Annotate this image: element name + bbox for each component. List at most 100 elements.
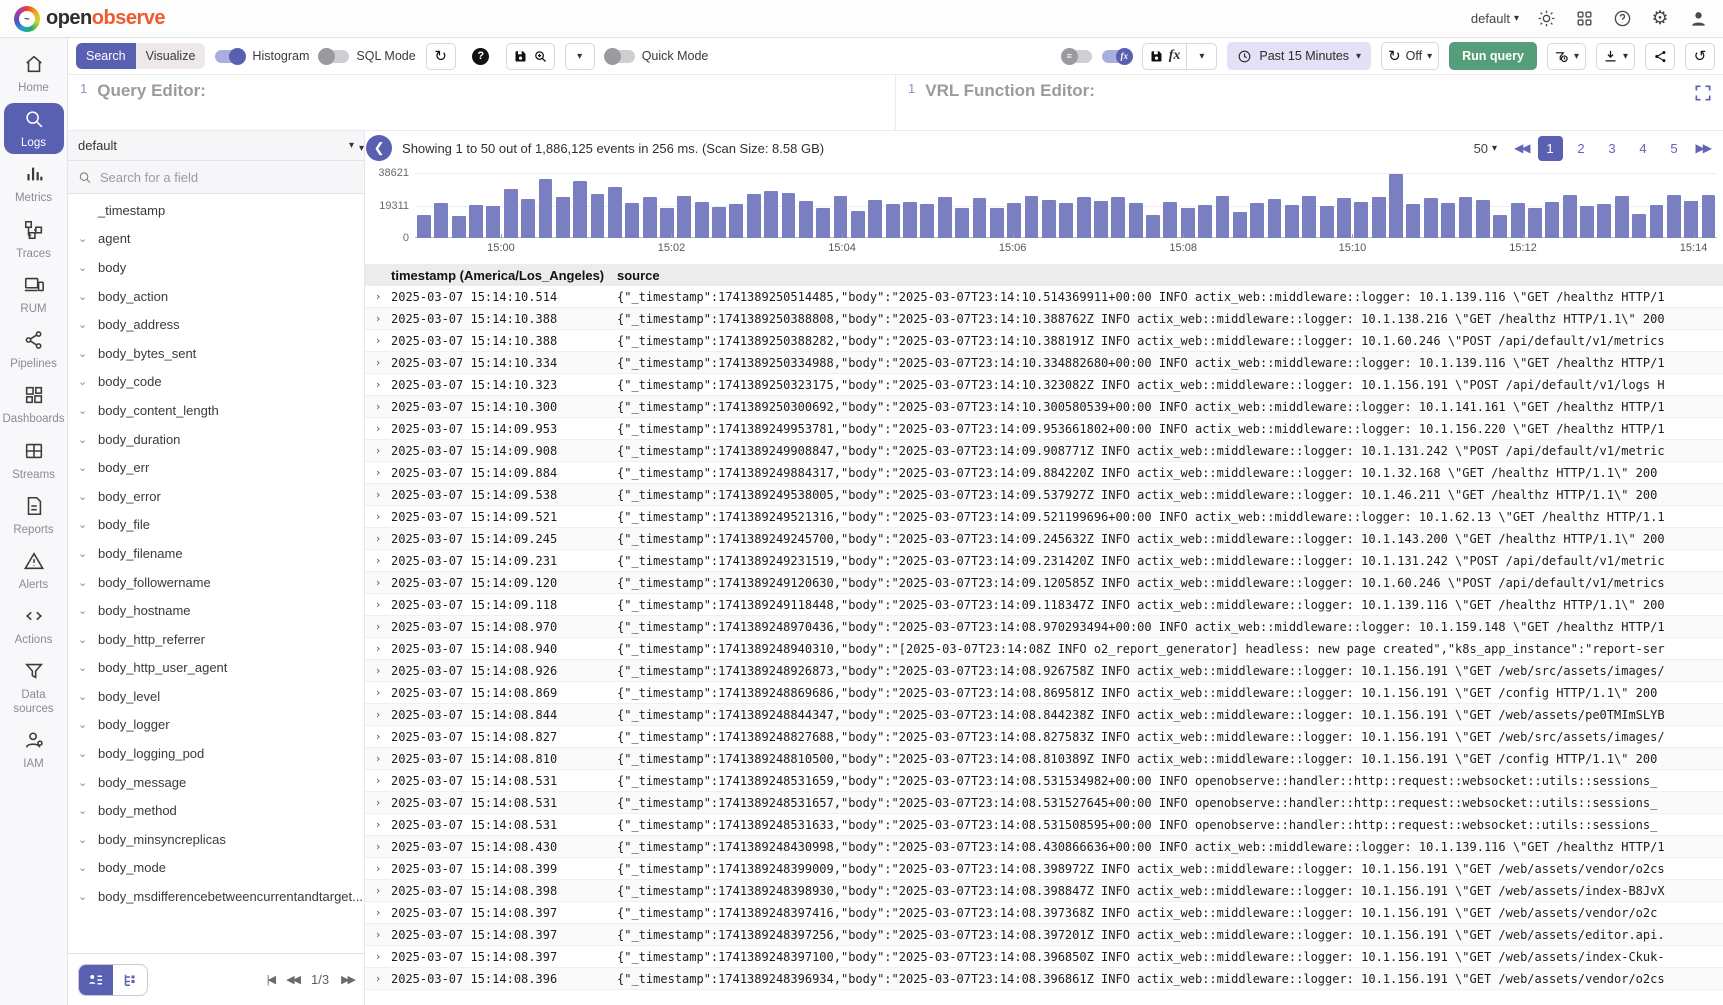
field-item[interactable]: ⌄body_level (68, 682, 364, 711)
field-item[interactable]: ⌄body_address (68, 310, 364, 339)
histogram-bar[interactable] (973, 198, 987, 238)
chevron-down-icon[interactable]: ⌄ (78, 576, 90, 589)
histogram-bar[interactable] (608, 187, 622, 239)
chevron-down-icon[interactable]: ⌄ (78, 804, 90, 817)
histogram-bar[interactable] (1302, 196, 1316, 238)
log-table-row[interactable]: ›2025-03-07 15:14:09.120{"_timestamp":17… (365, 572, 1723, 594)
sidebar-item-traces[interactable]: Traces (4, 214, 64, 265)
page-button-1[interactable]: 1 (1538, 136, 1563, 161)
field-item[interactable]: ⌄body_logger (68, 711, 364, 740)
expand-row-icon[interactable]: › (365, 444, 391, 457)
expand-row-icon[interactable]: › (365, 554, 391, 567)
sidebar-item-rum[interactable]: RUM (4, 269, 64, 320)
fields-tree-view-button[interactable] (113, 965, 147, 995)
expand-row-icon[interactable]: › (365, 356, 391, 369)
expand-row-icon[interactable]: › (365, 466, 391, 479)
histogram-bar[interactable] (729, 204, 743, 238)
log-table-row[interactable]: ›2025-03-07 15:14:08.531{"_timestamp":17… (365, 814, 1723, 836)
field-item[interactable]: _timestamp (68, 196, 364, 225)
histogram-bar[interactable] (851, 211, 865, 238)
expand-row-icon[interactable]: › (365, 488, 391, 501)
chevron-down-icon[interactable]: ⌄ (78, 261, 90, 274)
expand-row-icon[interactable]: › (365, 972, 391, 985)
expand-row-icon[interactable]: › (365, 686, 391, 699)
histogram-bar[interactable] (539, 179, 553, 238)
log-table-row[interactable]: ›2025-03-07 15:14:10.323{"_timestamp":17… (365, 374, 1723, 396)
sidebar-item-alerts[interactable]: Alerts (4, 545, 64, 596)
fields-collapse-caret-icon[interactable]: ▾ (359, 143, 364, 154)
log-table-row[interactable]: ›2025-03-07 15:14:10.334{"_timestamp":17… (365, 352, 1723, 374)
histogram-bar[interactable] (625, 203, 639, 238)
histogram-bar[interactable] (834, 196, 848, 238)
time-range-picker[interactable]: Past 15 Minutes ▾ (1227, 42, 1371, 70)
field-item[interactable]: ⌄body_error (68, 482, 364, 511)
next-page-button[interactable]: ▶▶ (1693, 141, 1713, 155)
histogram-bar[interactable] (1320, 206, 1334, 238)
expand-editor-icon[interactable] (1693, 83, 1713, 103)
field-search-input[interactable] (100, 170, 354, 185)
chevron-down-icon[interactable]: ⌄ (78, 604, 90, 617)
column-source[interactable]: source (605, 268, 1723, 283)
chevron-down-icon[interactable]: ⌄ (78, 433, 90, 446)
chevron-down-icon[interactable]: ⌄ (78, 747, 90, 760)
histogram-bar[interactable] (573, 181, 587, 238)
org-selector[interactable]: default ▾ (1471, 11, 1519, 26)
expand-row-icon[interactable]: › (365, 818, 391, 831)
sidebar-item-dashboards[interactable]: Dashboards (4, 379, 64, 430)
field-item[interactable]: ⌄body_filename (68, 539, 364, 568)
log-table-row[interactable]: ›2025-03-07 15:14:09.521{"_timestamp":17… (365, 506, 1723, 528)
chevron-down-icon[interactable]: ⌄ (78, 547, 90, 560)
histogram-bar[interactable] (677, 196, 691, 238)
histogram-bar[interactable] (1632, 214, 1646, 238)
histogram-bar[interactable] (695, 202, 709, 238)
histogram-bar[interactable] (868, 200, 882, 238)
saved-functions-dropdown[interactable]: ▾ (1187, 43, 1217, 70)
prev-page-button[interactable]: ◀◀ (1511, 141, 1531, 155)
histogram-bar[interactable] (1476, 200, 1490, 238)
expand-row-icon[interactable]: › (365, 312, 391, 325)
log-table-row[interactable]: ›2025-03-07 15:14:09.245{"_timestamp":17… (365, 528, 1723, 550)
sidebar-item-iam[interactable]: IAM (4, 724, 64, 775)
page-button-4[interactable]: 4 (1631, 136, 1656, 161)
expand-row-icon[interactable]: › (365, 664, 391, 677)
field-item[interactable]: ⌄body_bytes_sent (68, 339, 364, 368)
log-table-row[interactable]: ›2025-03-07 15:14:08.396{"_timestamp":17… (365, 968, 1723, 990)
log-table-row[interactable]: ›2025-03-07 15:14:08.397{"_timestamp":17… (365, 924, 1723, 946)
expand-row-icon[interactable]: › (365, 840, 391, 853)
sidebar-item-metrics[interactable]: Metrics (4, 158, 64, 209)
saved-searches-dropdown[interactable]: ▾ (565, 43, 595, 70)
fields-with-values-view-button[interactable] (79, 965, 113, 995)
histogram-bar[interactable] (1684, 201, 1698, 238)
expand-row-icon[interactable]: › (365, 598, 391, 611)
sidebar-item-logs[interactable]: Logs (4, 103, 64, 154)
histogram-bar[interactable] (521, 199, 535, 238)
histogram-bar[interactable] (1493, 215, 1507, 238)
expand-row-icon[interactable]: › (365, 400, 391, 413)
cancel-query-button[interactable]: ▾ (1547, 43, 1586, 70)
query-editor[interactable]: 1 Query Editor: (68, 75, 895, 130)
expand-row-icon[interactable]: › (365, 708, 391, 721)
histogram-bar[interactable] (1094, 201, 1108, 238)
fields-first-page-button[interactable]: |◀ (267, 973, 274, 986)
chevron-down-icon[interactable]: ⌄ (78, 861, 90, 874)
histogram-toggle[interactable]: Histogram (215, 49, 309, 63)
expand-row-icon[interactable]: › (365, 796, 391, 809)
expand-row-icon[interactable]: › (365, 620, 391, 633)
fields-prev-page-button[interactable]: ◀◀ (286, 973, 299, 986)
chevron-down-icon[interactable]: ⌄ (78, 290, 90, 303)
chevron-down-icon[interactable]: ⌄ (78, 776, 90, 789)
log-table-row[interactable]: ›2025-03-07 15:14:08.827{"_timestamp":17… (365, 726, 1723, 748)
histogram-bar[interactable] (504, 189, 518, 238)
histogram-bar[interactable] (1111, 197, 1125, 238)
expand-row-icon[interactable]: › (365, 422, 391, 435)
field-item[interactable]: ⌄body_followername (68, 568, 364, 597)
log-table-row[interactable]: ›2025-03-07 15:14:08.531{"_timestamp":17… (365, 770, 1723, 792)
histogram-bar[interactable] (1216, 196, 1230, 238)
expand-row-icon[interactable]: › (365, 576, 391, 589)
field-item[interactable]: ⌄body_http_user_agent (68, 654, 364, 683)
log-table-row[interactable]: ›2025-03-07 15:14:09.118{"_timestamp":17… (365, 594, 1723, 616)
run-query-button[interactable]: Run query (1449, 42, 1537, 70)
sidebar-item-data-sources[interactable]: Data sources (4, 655, 64, 719)
chevron-down-icon[interactable]: ⌄ (78, 518, 90, 531)
sidebar-item-streams[interactable]: Streams (4, 435, 64, 486)
